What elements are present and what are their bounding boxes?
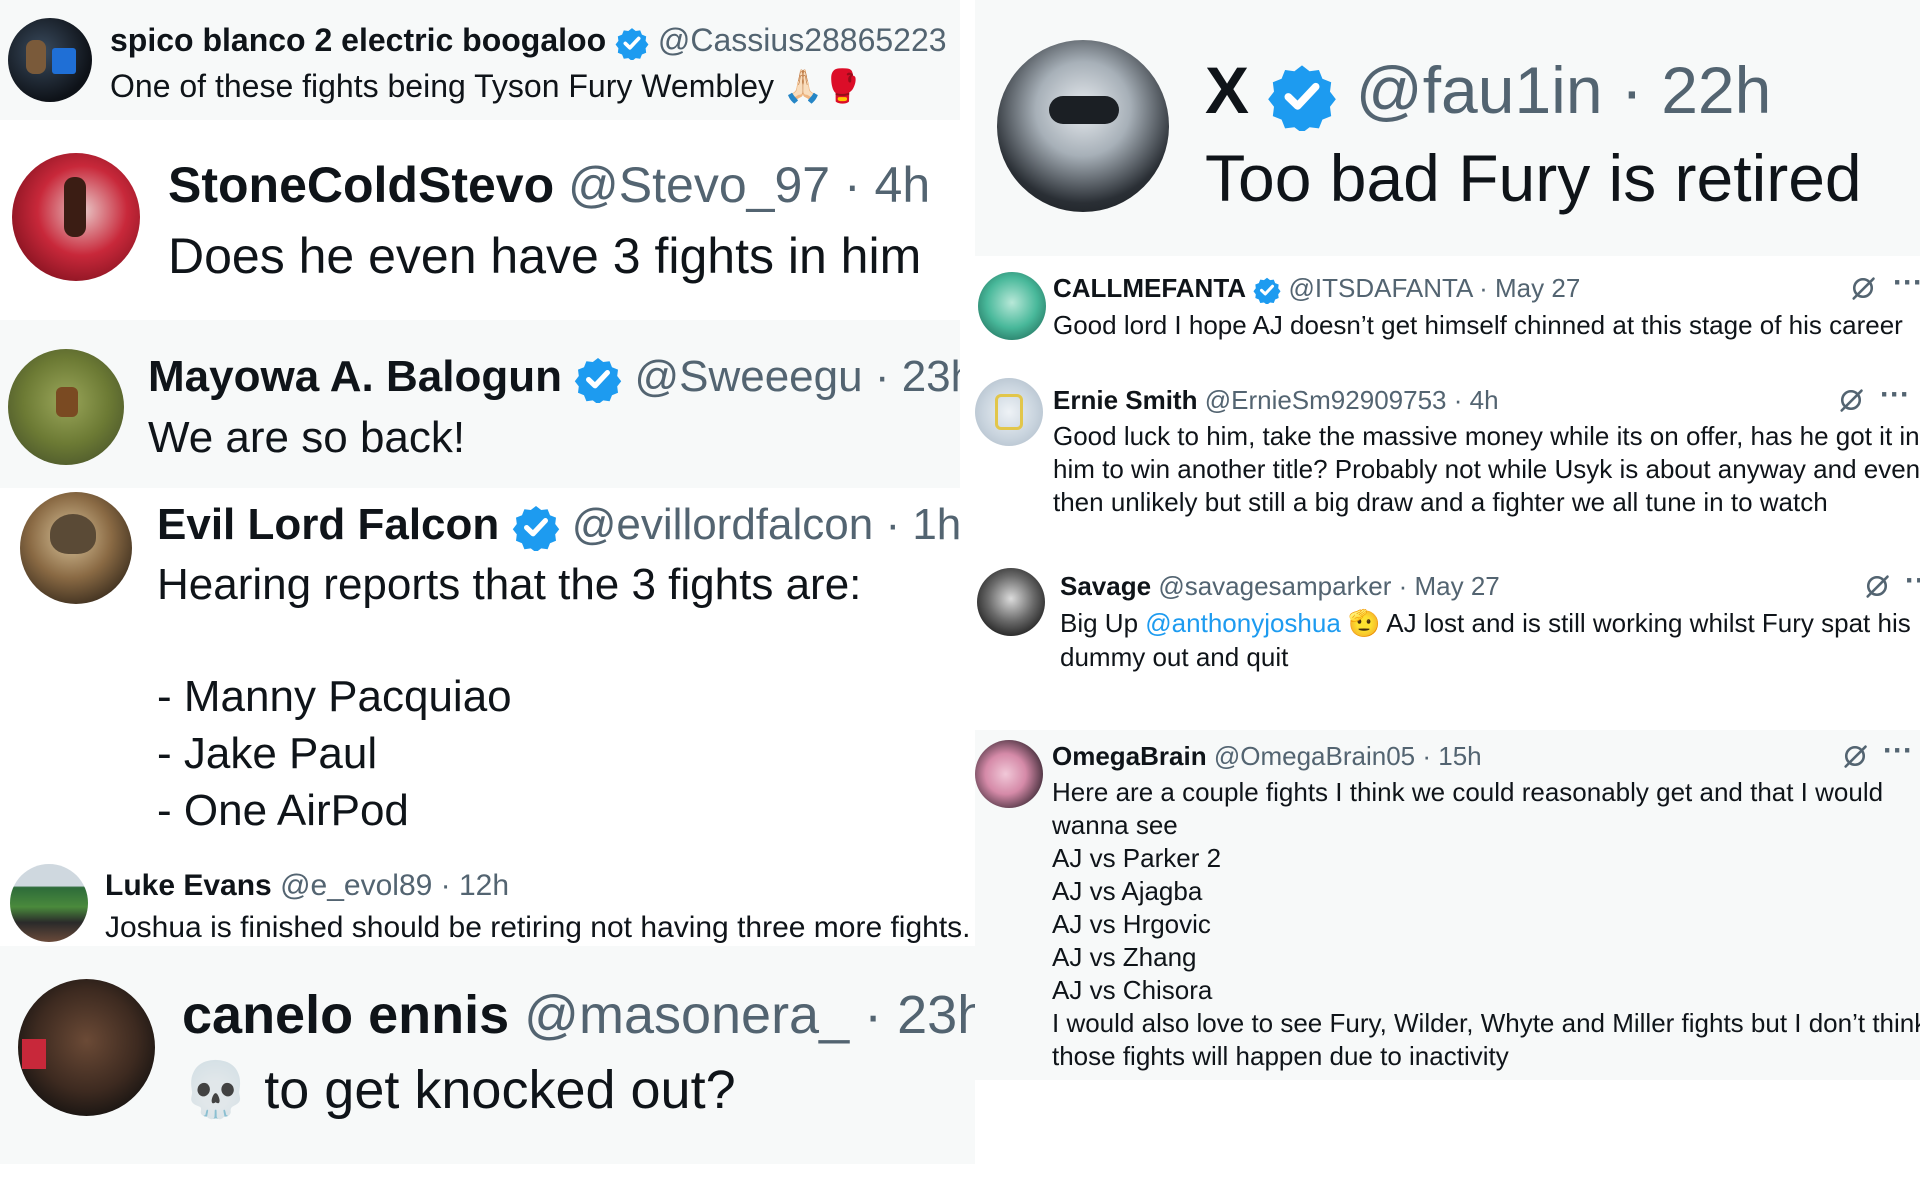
tweet-line: - Jake Paul: [157, 729, 378, 778]
timestamp[interactable]: · 15h: [1422, 741, 1481, 771]
avatar[interactable]: [8, 349, 124, 465]
timestamp[interactable]: · 1h: [885, 500, 960, 549]
tweet-line: AJ vs Parker 2: [1052, 843, 1222, 873]
tweet-line: - One AirPod: [157, 786, 409, 835]
handle[interactable]: @Sweeegu: [634, 352, 862, 401]
display-name[interactable]: StoneColdStevo: [168, 157, 554, 213]
tweet-line: then unlikely but still a big draw and a…: [1053, 487, 1828, 517]
tweet-text: to get knocked out?: [264, 1060, 736, 1120]
tweet-text: AJ lost and is still working whilst Fury…: [1386, 608, 1911, 638]
more-icon[interactable]: ···: [1883, 734, 1913, 768]
display-name[interactable]: canelo ennis: [182, 985, 509, 1045]
handle[interactable]: @evillordfalcon: [572, 500, 873, 549]
handle[interactable]: @e_evol89: [280, 869, 432, 902]
avatar[interactable]: [10, 864, 88, 942]
tweet-text: We are so back!: [148, 413, 466, 462]
avatar[interactable]: [975, 378, 1043, 446]
handle[interactable]: @fau1in: [1356, 53, 1603, 127]
grok-icon[interactable]: [1841, 742, 1869, 770]
tweet-line: AJ vs Ajagba: [1052, 876, 1203, 906]
tweet-falcon[interactable]: Evil Lord Falcon @evillordfalcon · 1h He…: [0, 488, 960, 860]
tweet-fau1in[interactable]: X @fau1in · 22h Too bad Fury is retired: [975, 0, 1920, 256]
handle[interactable]: @masonera_: [524, 985, 849, 1045]
grok-icon[interactable]: [1849, 274, 1877, 302]
tweet-canelo[interactable]: canelo ennis @masonera_ · 23h 💀 to get k…: [0, 946, 975, 1164]
tweet-line: AJ vs Zhang: [1052, 942, 1197, 972]
emoji: 🙏🏻🥊: [782, 68, 863, 104]
tweet-mayowa[interactable]: Mayowa A. Balogun @Sweeegu · 23h We are …: [0, 320, 960, 488]
display-name[interactable]: Savage: [1060, 571, 1151, 601]
handle[interactable]: @OmegaBrain05: [1214, 741, 1415, 771]
tweet-callmefanta[interactable]: CALLMEFANTA @ITSDAFANTA · May 27 ··· Goo…: [975, 256, 1920, 360]
timestamp[interactable]: · May 27: [1399, 571, 1500, 601]
avatar[interactable]: [975, 740, 1043, 808]
tweet-text: dummy out and quit: [1060, 642, 1289, 672]
tweet-text: Too bad Fury is retired: [1205, 141, 1862, 215]
handle[interactable]: @savagesamparker: [1158, 571, 1391, 601]
tweet-spico[interactable]: spico blanco 2 electric boogaloo @Cassiu…: [0, 0, 960, 120]
avatar[interactable]: [18, 979, 155, 1116]
verified-badge-icon: [1267, 61, 1337, 131]
handle[interactable]: @ITSDAFANTA: [1289, 273, 1472, 303]
display-name[interactable]: X: [1205, 53, 1249, 127]
display-name[interactable]: OmegaBrain: [1052, 741, 1207, 771]
verified-badge-icon: [512, 503, 560, 551]
verified-badge-icon: [615, 26, 649, 60]
tweet-stevo[interactable]: StoneColdStevo @Stevo_97 · 4h Does he ev…: [0, 120, 960, 320]
tweet-text: Good lord I hope AJ doesn’t get himself …: [1053, 310, 1903, 340]
tweet-ernie[interactable]: Ernie Smith @ErnieSm92909753 · 4h ··· Go…: [975, 360, 1920, 560]
avatar[interactable]: [20, 492, 132, 604]
avatar[interactable]: [978, 272, 1046, 340]
tweet-line: I would also love to see Fury, Wilder, W…: [1052, 1008, 1920, 1038]
handle[interactable]: @Cassius28865223: [658, 22, 947, 58]
display-name[interactable]: spico blanco 2 electric boogaloo: [110, 22, 606, 58]
avatar[interactable]: [8, 18, 92, 102]
more-icon[interactable]: ···: [1905, 564, 1920, 598]
tweet-line: Hearing reports that the 3 fights are:: [157, 560, 862, 609]
avatar[interactable]: [977, 568, 1045, 636]
display-name[interactable]: Luke Evans: [105, 869, 272, 902]
grok-icon[interactable]: [1837, 386, 1865, 414]
more-icon[interactable]: ···: [1893, 266, 1920, 300]
display-name[interactable]: Evil Lord Falcon: [157, 500, 499, 549]
timestamp[interactable]: · May 27: [1479, 273, 1580, 303]
display-name[interactable]: Mayowa A. Balogun: [148, 352, 562, 401]
tweet-line: him to win another title? Probably not w…: [1053, 454, 1920, 484]
tweet-text: Joshua is finished should be retiring no…: [105, 911, 971, 944]
grok-icon[interactable]: [1863, 572, 1891, 600]
more-icon[interactable]: ···: [1880, 378, 1910, 412]
tweet-line: AJ vs Hrgovic: [1052, 909, 1211, 939]
tweet-line: AJ vs Chisora: [1052, 975, 1213, 1005]
tweet-line: wanna see: [1052, 810, 1178, 840]
timestamp[interactable]: · 23h: [864, 985, 975, 1045]
timestamp[interactable]: · 4h: [844, 157, 930, 213]
handle[interactable]: @ErnieSm92909753: [1205, 385, 1447, 415]
display-name[interactable]: Ernie Smith: [1053, 385, 1197, 415]
timestamp[interactable]: · 22h: [1621, 53, 1771, 127]
tweet-text: Big Up: [1060, 608, 1139, 638]
tweet-text: Does he even have 3 fights in him: [168, 228, 922, 284]
verified-badge-icon: [574, 355, 622, 403]
tweet-luke[interactable]: Luke Evans @e_evol89 · 12h Joshua is fin…: [0, 860, 975, 946]
tweet-line: Here are a couple fights I think we coul…: [1052, 777, 1884, 807]
tweet-line: Good luck to him, take the massive money…: [1053, 421, 1920, 451]
display-name[interactable]: CALLMEFANTA: [1053, 273, 1246, 303]
tweet-line: those fights will happen due to inactivi…: [1052, 1041, 1509, 1071]
tweet-line: - Manny Pacquiao: [157, 672, 512, 721]
avatar[interactable]: [997, 40, 1169, 212]
timestamp[interactable]: · 12h: [441, 869, 509, 902]
handle[interactable]: @Stevo_97: [568, 157, 830, 213]
verified-badge-icon: [1253, 276, 1281, 304]
avatar[interactable]: [12, 153, 140, 281]
timestamp[interactable]: · 4h: [1454, 385, 1499, 415]
emoji: 💀: [182, 1060, 250, 1120]
timestamp[interactable]: · 23h: [875, 352, 960, 401]
tweet-savage[interactable]: Savage @savagesamparker · May 27 ··· Big…: [975, 560, 1920, 730]
emoji: 🫡: [1348, 608, 1381, 638]
tweet-omegabrain[interactable]: OmegaBrain @OmegaBrain05 · 15h ··· Here …: [975, 730, 1920, 1080]
tweet-text: One of these fights being Tyson Fury Wem…: [110, 68, 775, 104]
mention-link[interactable]: @anthonyjoshua: [1145, 608, 1341, 638]
